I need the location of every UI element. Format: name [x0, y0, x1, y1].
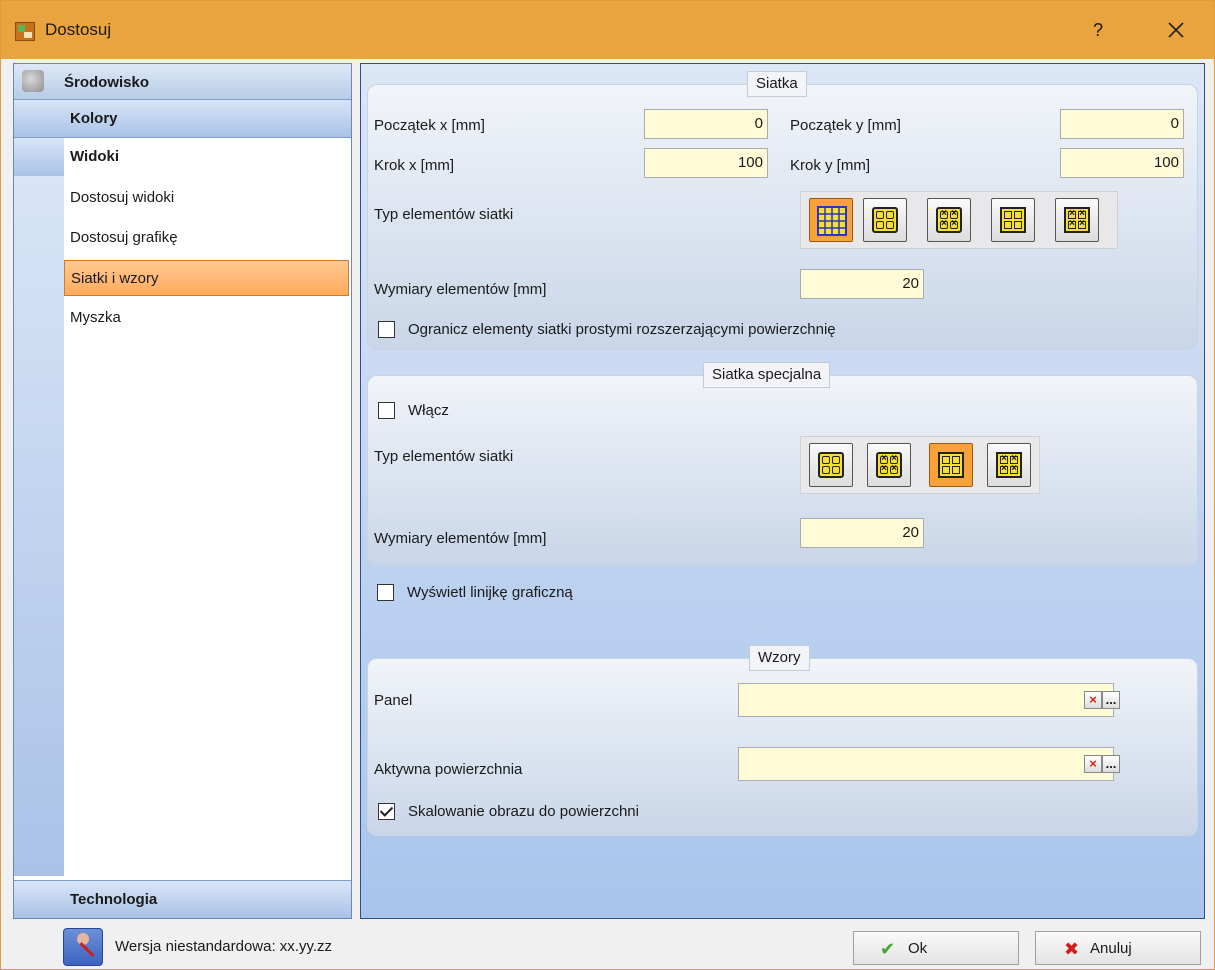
special-grid-enable-checkbox[interactable] [378, 402, 395, 419]
settings-panel: Siatka Początek x [mm] 0 Początek y [mm]… [360, 63, 1205, 919]
grid-type-rounded-x-button[interactable] [927, 198, 971, 242]
grid-group-title: Siatka [747, 71, 807, 97]
patterns-group: Wzory Panel × ... Aktywna powierzchnia ×… [367, 645, 1198, 836]
grid-lines-icon [817, 206, 847, 236]
grid-rounded-icon [872, 207, 898, 233]
cancel-label: Anuluj [1090, 940, 1132, 957]
step-x-input[interactable]: 100 [644, 148, 768, 178]
category-nav: Środowisko Kolory Widoki Dostosuj widoki… [13, 63, 352, 919]
scale-image-label: Skalowanie obrazu do powierzchni [408, 803, 639, 820]
nav-colors[interactable]: Kolory [14, 100, 351, 138]
nav-technology[interactable]: Technologia [14, 880, 351, 918]
special-grid-rounded-icon [818, 452, 844, 478]
title-bar: Dostosuj ? [1, 1, 1214, 59]
patterns-group-title: Wzory [749, 645, 810, 671]
ok-label: Ok [908, 940, 928, 957]
panel-label: Panel [374, 692, 413, 709]
grid-type-rounded-button[interactable] [863, 198, 907, 242]
grid-element-size-input[interactable]: 20 [800, 269, 924, 299]
help-button[interactable]: ? [1083, 16, 1113, 44]
limit-grid-checkbox[interactable] [378, 321, 395, 338]
special-grid-element-size-label: Wymiary elementów [mm] [374, 530, 547, 547]
nav-technology-label: Technologia [70, 891, 158, 908]
nav-views-label: Widoki [70, 148, 120, 165]
origin-y-label: Początek y [mm] [790, 117, 901, 134]
limit-grid-label: Ogranicz elementy siatki prostymi rozsze… [408, 321, 836, 338]
special-grid-element-size-input[interactable]: 20 [800, 518, 924, 548]
nav-colors-label: Kolory [70, 110, 118, 127]
grid-type-lines-button[interactable] [809, 198, 853, 242]
grid-element-size-label: Wymiary elementów [mm] [374, 281, 547, 298]
special-grid-group: Siatka specjalna Włącz Typ elementów sia… [367, 362, 1198, 565]
version-text: Wersja niestandardowa: xx.yy.zz [115, 938, 333, 955]
special-grid-type-selector [800, 436, 1040, 494]
app-icon [15, 22, 35, 41]
origin-y-input[interactable]: 0 [1060, 109, 1184, 139]
panel-input[interactable] [738, 683, 1114, 717]
grid-type-square-x-button[interactable] [1055, 198, 1099, 242]
special-grid-square-icon [938, 452, 964, 478]
environment-icon [22, 70, 44, 92]
user-config-icon [63, 928, 103, 966]
nav-item-dostosuj-widoki[interactable]: Dostosuj widoki [64, 180, 349, 216]
special-grid-rounded-x-icon [876, 452, 902, 478]
nav-views[interactable]: Widoki [14, 138, 351, 177]
special-grid-type-rounded-button[interactable] [809, 443, 853, 487]
panel-clear-button[interactable]: × [1084, 691, 1102, 709]
nav-item-dostosuj-grafike[interactable]: Dostosuj grafikę [64, 220, 349, 256]
grid-element-type-label: Typ elementów siatki [374, 206, 514, 223]
nav-environment[interactable]: Środowisko [14, 64, 351, 100]
cancel-x-icon: ✖ [1064, 939, 1080, 959]
special-grid-enable-label: Włącz [408, 402, 449, 419]
step-x-label: Krok x [mm] [374, 157, 455, 174]
grid-type-selector [800, 191, 1118, 249]
ruler-checkbox[interactable] [377, 584, 394, 601]
active-surface-input[interactable] [738, 747, 1114, 781]
panel-browse-button[interactable]: ... [1102, 691, 1120, 709]
close-icon [1168, 22, 1184, 38]
nav-environment-label: Środowisko [64, 74, 150, 91]
close-button[interactable] [1161, 16, 1191, 44]
grid-type-square-button[interactable] [991, 198, 1035, 242]
scale-image-checkbox[interactable] [378, 803, 395, 820]
ok-button[interactable]: ✔ Ok [853, 931, 1019, 965]
window-title: Dostosuj [45, 20, 112, 39]
active-surface-label: Aktywna powierzchnia [374, 761, 523, 778]
special-grid-group-title: Siatka specjalna [703, 362, 831, 388]
customize-dialog: Dostosuj ? Środowisko Kolory Widoki Dost… [0, 0, 1215, 970]
nav-indent-bar [14, 176, 64, 876]
special-grid-type-rounded-x-button[interactable] [867, 443, 911, 487]
special-grid-square-x-icon [996, 452, 1022, 478]
step-y-input[interactable]: 100 [1060, 148, 1184, 178]
origin-x-label: Początek x [mm] [374, 117, 485, 134]
special-grid-type-square-button[interactable] [929, 443, 973, 487]
nav-item-myszka[interactable]: Myszka [64, 300, 349, 336]
special-grid-type-square-x-button[interactable] [987, 443, 1031, 487]
special-grid-element-type-label: Typ elementów siatki [374, 448, 514, 465]
origin-x-input[interactable]: 0 [644, 109, 768, 139]
grid-rounded-x-icon [936, 207, 962, 233]
nav-item-siatki-i-wzory[interactable]: Siatki i wzory [64, 260, 349, 296]
grid-square-x-icon [1064, 207, 1090, 233]
step-y-label: Krok y [mm] [790, 157, 871, 174]
grid-square-icon [1000, 207, 1026, 233]
surface-clear-button[interactable]: × [1084, 755, 1102, 773]
grid-group: Siatka Początek x [mm] 0 Początek y [mm]… [367, 71, 1198, 350]
surface-browse-button[interactable]: ... [1102, 755, 1120, 773]
cancel-button[interactable]: ✖ Anuluj [1035, 931, 1201, 965]
ok-check-icon: ✔ [880, 939, 896, 959]
ruler-label: Wyświetl linijkę graficzną [407, 584, 573, 601]
